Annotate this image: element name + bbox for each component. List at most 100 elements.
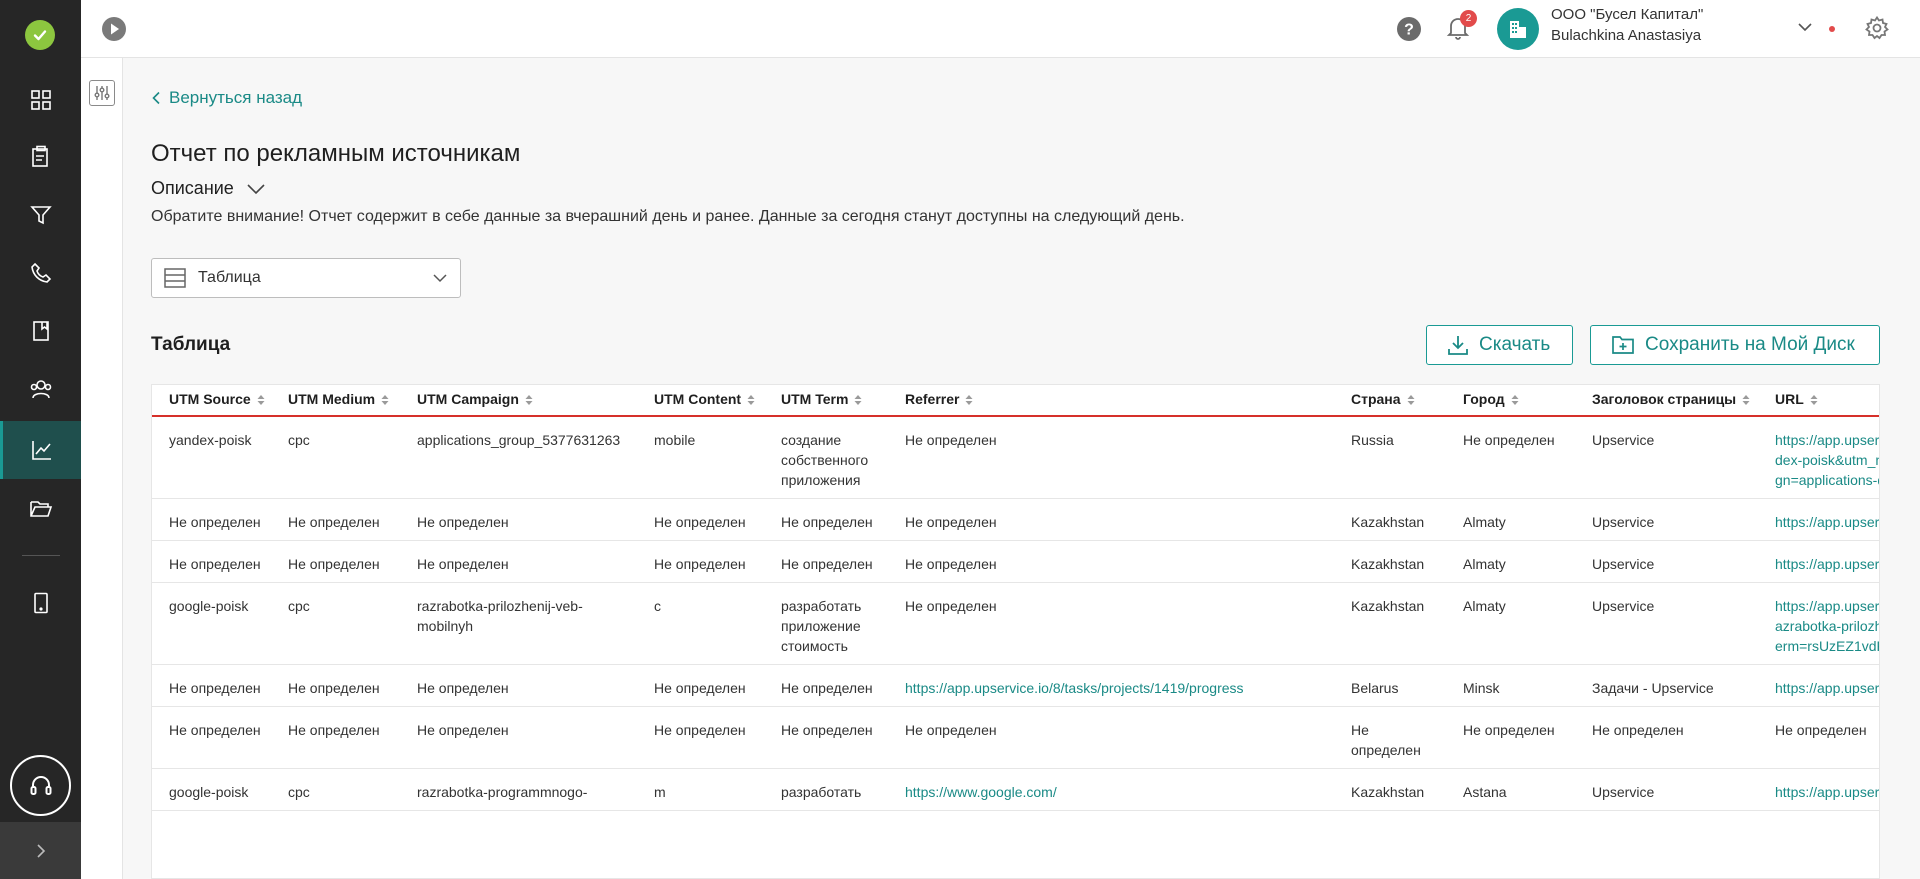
column-header-label: Referrer — [905, 391, 960, 408]
table-row[interactable]: Не определен Не определен Не определен Не о… — [152, 706, 1879, 769]
table-cell: m — [637, 768, 764, 811]
table-cell: c — [637, 582, 764, 665]
book-icon — [32, 321, 49, 341]
chevron-down-icon — [247, 183, 265, 194]
download-button[interactable]: Скачать — [1426, 325, 1573, 365]
sort-icon[interactable] — [257, 393, 265, 409]
sliders-icon — [94, 86, 110, 100]
sidebar-item-calls[interactable] — [0, 244, 81, 302]
table-row[interactable]: Не определен Не определен Не определен Не о… — [152, 540, 1879, 583]
table-cell: Не определен — [764, 664, 888, 707]
table-cell: Kazakhstan — [1334, 768, 1446, 811]
table-cell-link[interactable]: https://app.upservice.io/ — [1758, 498, 1879, 541]
column-header[interactable]: Заголовок страницы — [1575, 385, 1758, 417]
organization-name[interactable]: ООО "Бусел Капитал" — [1551, 6, 1703, 23]
sort-icon[interactable] — [381, 393, 389, 409]
view-select[interactable]: Таблица — [151, 258, 461, 298]
table-cell-link[interactable]: https://app.upservice.io/ — [1758, 664, 1879, 707]
table-cell: Не определен — [1758, 706, 1879, 769]
table-cell: Не определен — [1446, 416, 1575, 499]
sidebar-item-knowledge[interactable] — [0, 302, 81, 360]
user-name[interactable]: Bulachkina Anastasiya — [1551, 27, 1701, 44]
organization-avatar[interactable] — [1497, 8, 1539, 50]
table-cell: Не определен — [152, 498, 271, 541]
table-cell: Upservice — [1575, 498, 1758, 541]
table-cell: Не определен — [1446, 706, 1575, 769]
sort-icon[interactable] — [965, 393, 973, 409]
page-title: Отчет по рекламным источникам — [151, 140, 521, 167]
table-cell-link[interactable]: https://app.upservice.io/8/tasks/project… — [888, 664, 1334, 707]
sidebar-item-tasks[interactable] — [0, 128, 81, 186]
column-header[interactable]: UTM Campaign — [400, 385, 637, 417]
table-cell: applications_group_5377631263 — [400, 416, 637, 499]
sort-icon[interactable] — [1810, 393, 1818, 409]
sidebar-item-dashboard[interactable] — [0, 71, 81, 129]
table-cell: Не определен — [888, 540, 1334, 583]
table-row[interactable]: yandex-poisk cpc applications_group_537763… — [152, 416, 1879, 499]
table-cell: Не определен — [400, 706, 637, 769]
sidebar-item-funnel[interactable] — [0, 186, 81, 244]
column-header-label: Заголовок страницы — [1592, 391, 1737, 408]
sort-icon[interactable] — [525, 393, 533, 409]
column-header[interactable]: Город — [1446, 385, 1575, 417]
table-cell: Upservice — [1575, 768, 1758, 811]
chart-icon — [32, 441, 51, 460]
table-cell-link[interactable]: https://app.upservice.io/ — [1758, 540, 1879, 583]
folder-plus-icon — [1612, 336, 1634, 354]
sidebar-item-team[interactable] — [0, 360, 81, 418]
table-cell: cpc — [271, 582, 400, 665]
play-icon — [102, 17, 126, 41]
download-icon — [1448, 336, 1468, 355]
column-header[interactable]: URL — [1758, 385, 1879, 417]
table-cell: Задачи - Upservice — [1575, 664, 1758, 707]
save-to-drive-button[interactable]: Сохранить на Мой Диск — [1590, 325, 1880, 365]
save-to-drive-label: Сохранить на Мой Диск — [1645, 334, 1855, 355]
column-header[interactable]: UTM Medium — [271, 385, 400, 417]
top-bar: ? 2 ООО "Бусел Капитал" Bulachkina Anast… — [81, 0, 1920, 58]
download-button-label: Скачать — [1479, 334, 1551, 355]
column-header[interactable]: Страна — [1334, 385, 1446, 417]
column-header[interactable]: UTM Term — [764, 385, 888, 417]
description-label: Описание — [151, 178, 234, 198]
sidebar — [0, 0, 81, 879]
table-cell: Не определен — [764, 706, 888, 769]
sort-icon[interactable] — [1742, 393, 1750, 409]
sort-icon[interactable] — [1511, 393, 1519, 409]
table-row[interactable]: Не определен Не определен Не определен Не о… — [152, 664, 1879, 707]
sidebar-item-mobile[interactable] — [0, 574, 81, 632]
table-cell-link[interactable]: https://app.upservice.io/?utm_campaign=r… — [1758, 582, 1879, 665]
sidebar-item-analytics[interactable] — [0, 421, 81, 479]
play-tutorial-button[interactable] — [101, 16, 127, 47]
sort-icon[interactable] — [854, 393, 862, 409]
column-header[interactable]: UTM Source — [152, 385, 271, 417]
sidebar-expand-button[interactable] — [0, 822, 81, 879]
back-link[interactable]: Вернуться назад — [151, 88, 302, 108]
sort-icon[interactable] — [1407, 393, 1415, 409]
table-cell-link[interactable]: https://app.upservice.io/?utm_source=yan… — [1758, 416, 1879, 499]
table-cell: Upservice — [1575, 582, 1758, 665]
table-cell: Не определен — [271, 540, 400, 583]
building-icon — [1510, 21, 1526, 38]
description-toggle[interactable]: Описание — [151, 178, 266, 199]
table-cell: Не определен — [400, 498, 637, 541]
table-cell-link[interactable]: https://www.google.com/ — [888, 768, 1334, 811]
app-logo-icon[interactable] — [25, 20, 55, 50]
main-content: Вернуться назад Отчет по рекламным источ… — [123, 58, 1920, 879]
column-header-label: UTM Term — [781, 391, 849, 408]
sidebar-item-files[interactable] — [0, 480, 81, 538]
account-menu-toggle[interactable] — [1797, 20, 1813, 39]
settings-button[interactable] — [1864, 15, 1890, 46]
table-cell-link[interactable]: https://app.upservice.io/ — [1758, 768, 1879, 811]
table-row[interactable]: google-poisk cpc razrabotka-prilozhenij-ve… — [152, 582, 1879, 665]
table-cell: Не определен — [637, 540, 764, 583]
filters-toggle-button[interactable] — [89, 80, 115, 106]
svg-text:?: ? — [1404, 22, 1414, 39]
help-button[interactable]: ? — [1396, 16, 1422, 47]
table-row[interactable]: Не определен Не определен Не определен Не о… — [152, 498, 1879, 541]
table-cell: razrabotka-prilozhenij-veb-mobilnyh — [400, 582, 637, 665]
column-header[interactable]: UTM Content — [637, 385, 764, 417]
sort-icon[interactable] — [747, 393, 755, 409]
table-row[interactable]: google-poisk cpc razrabotka-programmnogo-m… — [152, 768, 1879, 811]
support-button[interactable] — [10, 755, 71, 816]
column-header[interactable]: Referrer — [888, 385, 1334, 417]
